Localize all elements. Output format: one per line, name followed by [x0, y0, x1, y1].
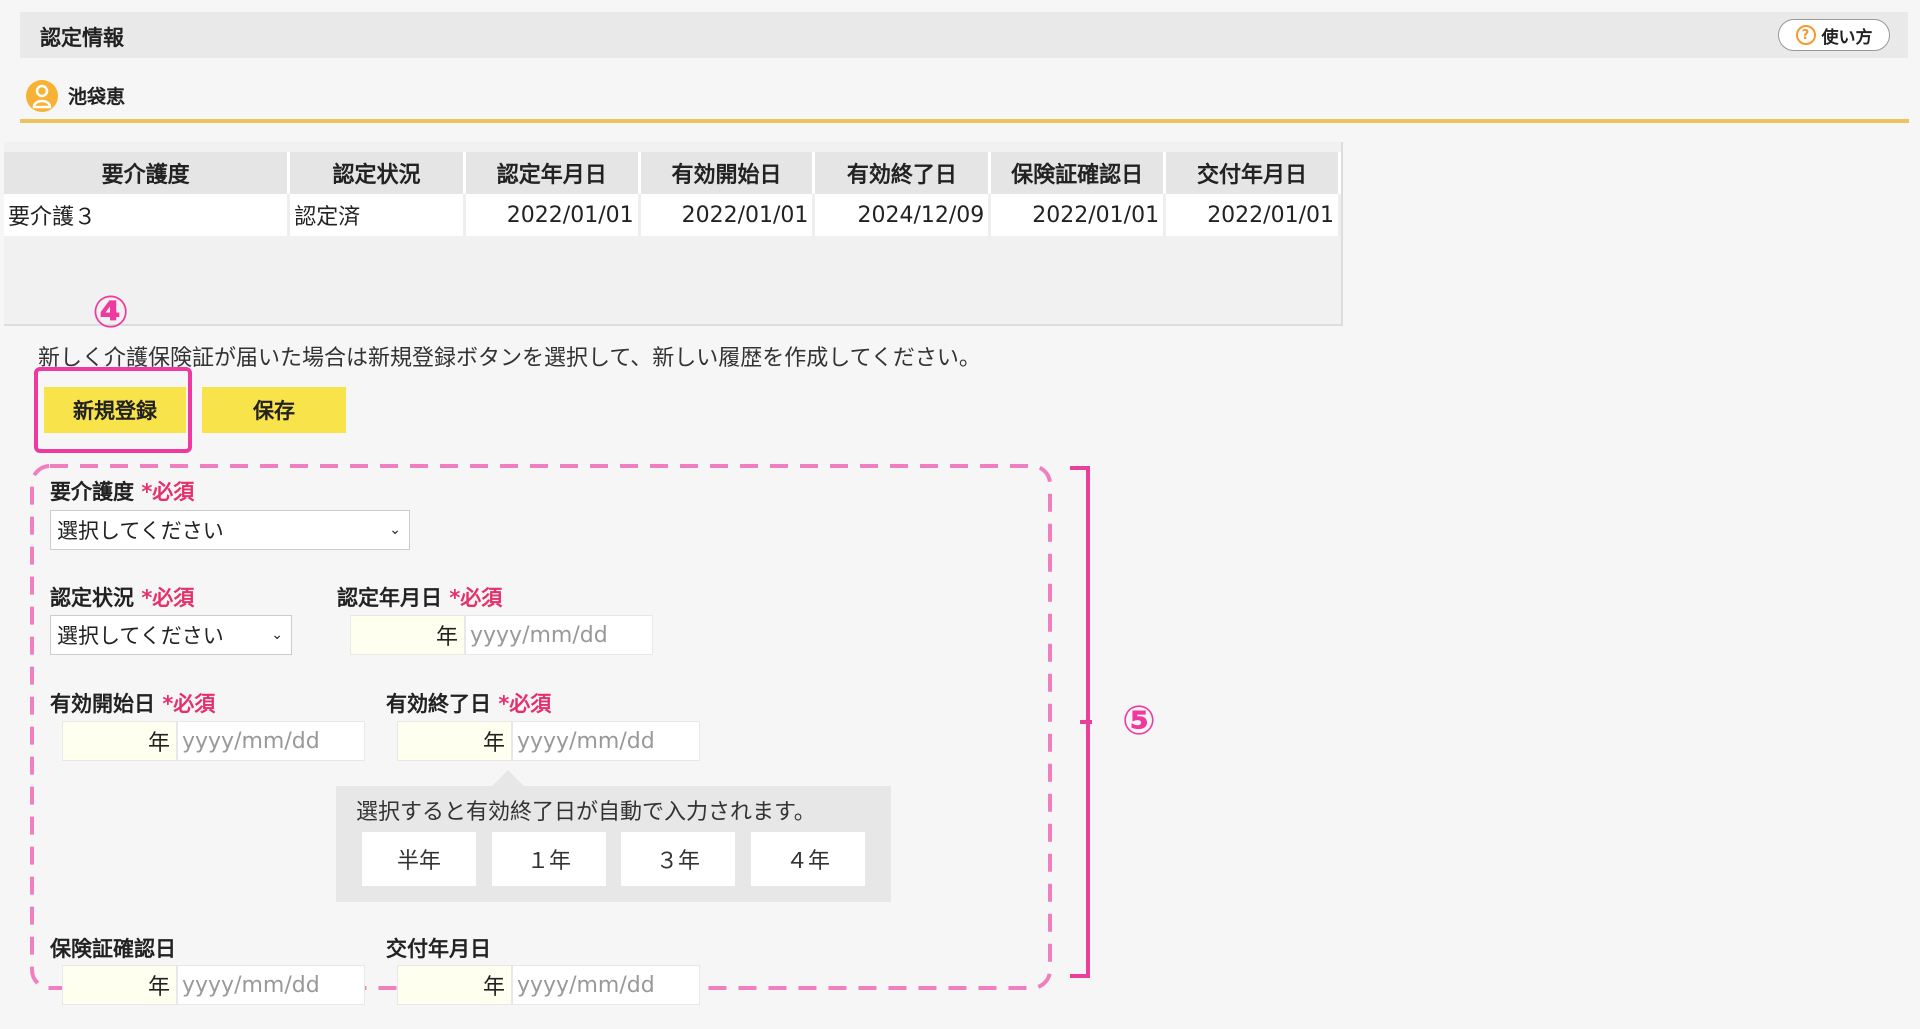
duration-3-year-button[interactable]: ３年	[621, 832, 735, 886]
required-mark: *必須	[141, 480, 195, 504]
help-icon: ?	[1795, 25, 1816, 45]
save-button[interactable]: 保存	[202, 387, 346, 433]
chevron-down-icon: ⌄	[389, 522, 401, 538]
column-header: 認定年月日	[464, 152, 641, 194]
issue-year-input[interactable]: 年	[397, 965, 512, 1005]
end-year-input[interactable]: 年	[397, 721, 512, 761]
table-header-row: 要介護度 認定状況 認定年月日 有効開始日 有効終了日 保険証確認日 交付年月日	[4, 152, 1341, 194]
tooltip-arrow	[492, 770, 524, 786]
status-select[interactable]: 選択してください ⌄	[50, 615, 292, 655]
user-icon	[26, 80, 58, 112]
care-level-select[interactable]: 選択してください ⌄	[50, 510, 410, 550]
status-label: 認定状況 *必須	[50, 586, 195, 610]
page-title: 認定情報	[40, 26, 124, 50]
end-date-input[interactable]: yyyy/mm/dd	[512, 721, 700, 761]
start-date-label: 有効開始日 *必須	[50, 692, 216, 716]
tooltip-text: 選択すると有効終了日が自動で入力されます。	[356, 800, 816, 825]
user-name: 池袋恵	[68, 86, 126, 108]
help-label: 使い方	[1821, 27, 1873, 48]
confirm-date-input[interactable]: yyyy/mm/dd	[177, 965, 365, 1005]
end-date-label: 有効終了日 *必須	[386, 692, 552, 716]
table-cell: 2022/01/01	[989, 194, 1167, 236]
column-header: 有効開始日	[639, 152, 816, 194]
column-header: 要介護度	[4, 152, 291, 194]
issue-date-input[interactable]: yyyy/mm/dd	[512, 965, 700, 1005]
duration-1-year-button[interactable]: １年	[492, 832, 606, 886]
annotation-marker-5: ⑤	[1122, 698, 1156, 744]
help-button[interactable]: ? 使い方	[1778, 19, 1890, 51]
divider	[20, 119, 1909, 123]
care-level-label: 要介護度 *必須	[50, 480, 195, 504]
table-cell: 2022/01/01	[464, 194, 641, 236]
column-header: 保険証確認日	[989, 152, 1167, 194]
start-year-input[interactable]: 年	[62, 721, 177, 761]
annotation-bracket	[1070, 466, 1092, 978]
table-cell: 要介護３	[4, 194, 291, 236]
cert-date-label: 認定年月日 *必須	[337, 586, 503, 610]
table-cell: 2022/01/01	[1164, 194, 1341, 236]
column-header: 有効終了日	[813, 152, 992, 194]
issue-date-label: 交付年月日	[386, 937, 491, 961]
column-header: 認定状況	[288, 152, 466, 194]
cert-date-input[interactable]: yyyy/mm/dd	[465, 615, 653, 655]
cert-year-input[interactable]: 年	[350, 615, 465, 655]
column-header: 交付年月日	[1164, 152, 1341, 194]
confirm-date-label: 保険証確認日	[50, 937, 176, 961]
duration-4-year-button[interactable]: ４年	[751, 832, 865, 886]
certification-table: 要介護度 認定状況 認定年月日 有効開始日 有効終了日 保険証確認日 交付年月日…	[4, 142, 1343, 326]
table-row[interactable]: 要介護３ 認定済 2022/01/01 2022/01/01 2024/12/0…	[4, 194, 1341, 236]
table-cell: 認定済	[288, 194, 466, 236]
annotation-marker-4: ④	[92, 287, 130, 338]
duration-half-year-button[interactable]: 半年	[362, 832, 476, 886]
new-register-button[interactable]: 新規登録	[44, 387, 186, 433]
header-bar	[20, 12, 1908, 58]
table-cell: 2022/01/01	[639, 194, 816, 236]
start-date-input[interactable]: yyyy/mm/dd	[177, 721, 365, 761]
chevron-down-icon: ⌄	[271, 627, 283, 643]
confirm-year-input[interactable]: 年	[62, 965, 177, 1005]
table-cell: 2024/12/09	[813, 194, 992, 236]
